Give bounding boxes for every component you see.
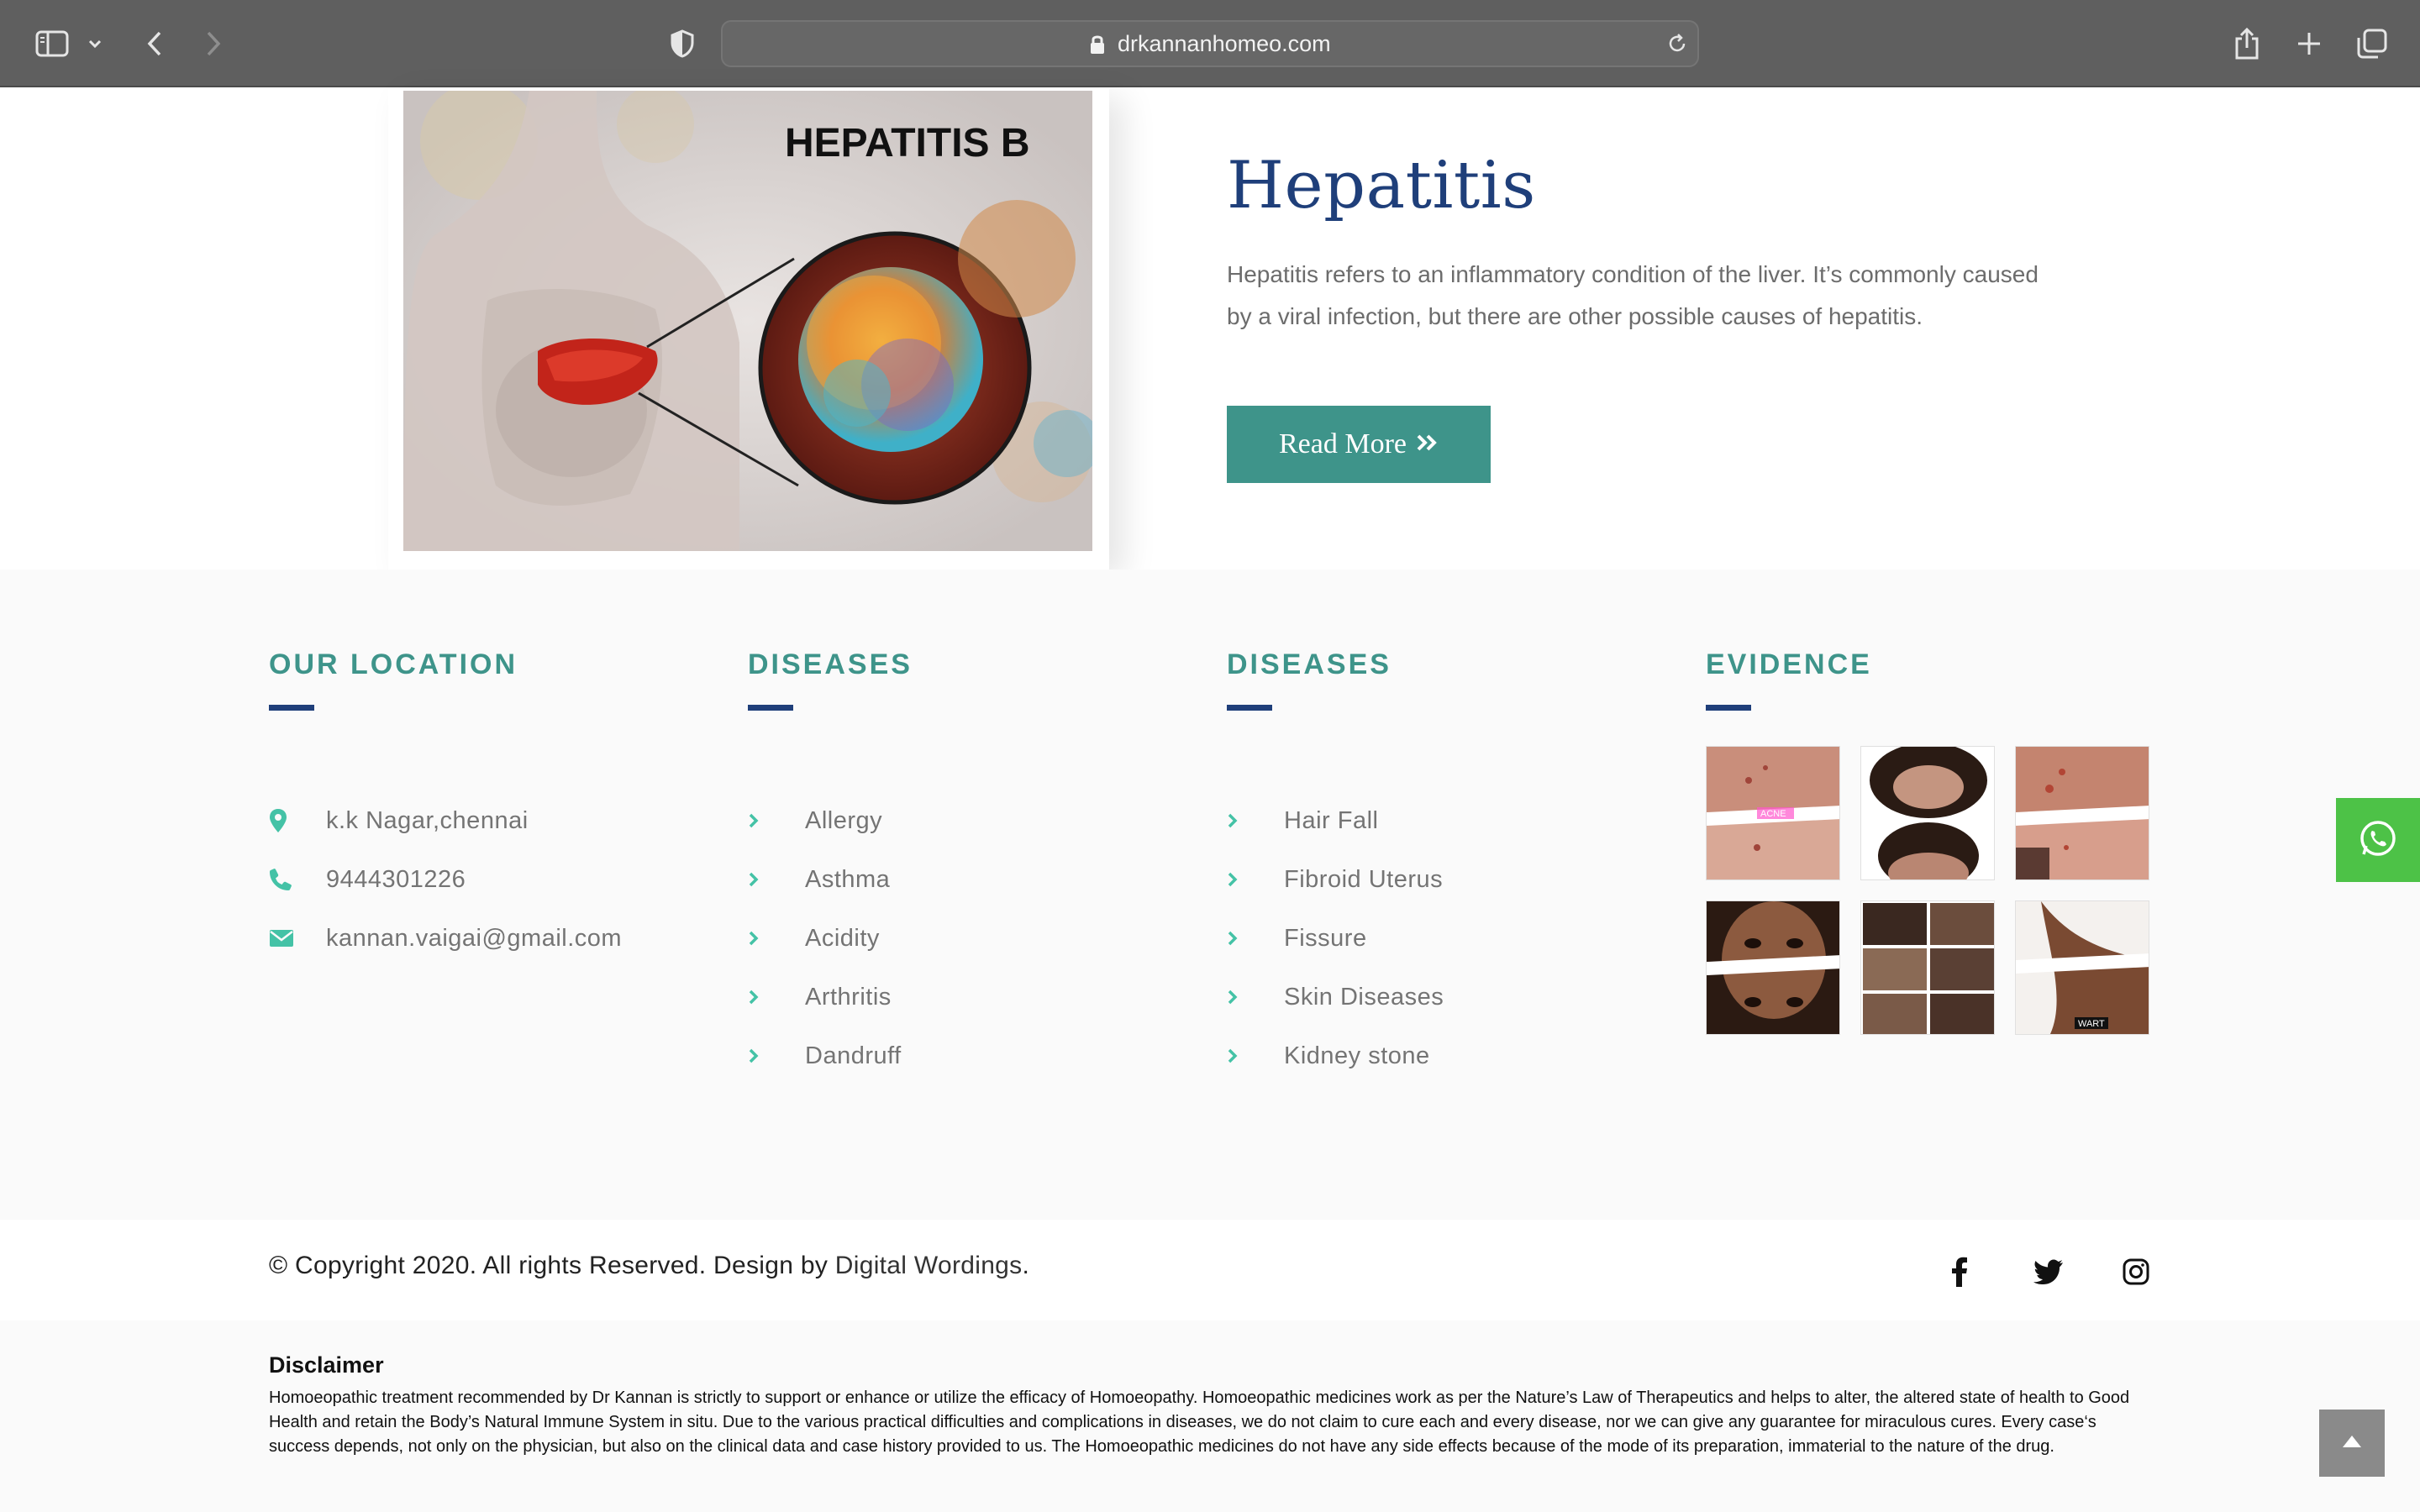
share-icon[interactable] bbox=[2228, 20, 2265, 67]
chevron-right-icon bbox=[1227, 812, 1284, 829]
reload-icon[interactable] bbox=[1665, 32, 1689, 55]
evidence-thumbnail[interactable]: WART bbox=[2015, 900, 2149, 1035]
disease-label[interactable]: Fissure bbox=[1284, 925, 1367, 953]
evidence-gallery: ACNE WART bbox=[1706, 746, 2149, 1035]
designer-link[interactable]: Digital Wordings bbox=[835, 1252, 1023, 1279]
read-more-label: Read More bbox=[1278, 428, 1407, 459]
chevron-up-icon bbox=[2341, 1434, 2363, 1453]
disease-label[interactable]: Acidity bbox=[805, 925, 880, 953]
twitter-icon[interactable] bbox=[2032, 1255, 2065, 1289]
disease-link[interactable]: Kidney stone bbox=[1227, 1026, 1444, 1085]
diseases-column-2: DISEASES Hair Fall Fibroid Uterus Fissur… bbox=[1227, 648, 1444, 1085]
location-heading: OUR LOCATION bbox=[269, 648, 518, 680]
double-chevron-right-icon bbox=[1415, 428, 1439, 460]
disease-link[interactable]: Asthma bbox=[748, 850, 913, 909]
sidebar-toggle-icon[interactable] bbox=[32, 20, 72, 67]
chevron-right-icon bbox=[1227, 930, 1284, 947]
diseases-heading: DISEASES bbox=[748, 648, 913, 680]
chevron-right-icon bbox=[1227, 1047, 1284, 1064]
forward-icon[interactable] bbox=[197, 20, 230, 67]
evidence-thumbnail[interactable] bbox=[2015, 746, 2149, 880]
copyright-bar: © Copyright 2020. All rights Reserved. D… bbox=[0, 1220, 2420, 1320]
copyright-suffix: . bbox=[1022, 1252, 1030, 1279]
disease-link[interactable]: Dandruff bbox=[748, 1026, 913, 1085]
browser-toolbar: drkannanhomeo.com bbox=[0, 0, 2420, 87]
diseases-heading: DISEASES bbox=[1227, 648, 1392, 680]
scroll-to-top-button[interactable] bbox=[2319, 1410, 2385, 1477]
disease-link[interactable]: Fissure bbox=[1227, 909, 1444, 968]
disease-label[interactable]: Allergy bbox=[805, 807, 882, 835]
thumbnail-label: ACNE bbox=[1760, 809, 1786, 819]
disease-label[interactable]: Skin Diseases bbox=[1284, 984, 1444, 1011]
disease-label[interactable]: Hair Fall bbox=[1284, 807, 1378, 835]
heading-divider bbox=[748, 705, 793, 711]
heading-divider bbox=[1706, 705, 1751, 711]
copyright-text: © Copyright 2020. All rights Reserved. D… bbox=[269, 1252, 1029, 1280]
chevron-right-icon bbox=[748, 871, 805, 888]
envelope-icon bbox=[269, 929, 326, 948]
disease-label[interactable]: Arthritis bbox=[805, 984, 892, 1011]
heading-divider bbox=[1227, 705, 1272, 711]
new-tab-icon[interactable] bbox=[2291, 20, 2328, 67]
disease-label[interactable]: Asthma bbox=[805, 866, 890, 894]
disclaimer-section: Disclaimer Homoeopathic treatment recomm… bbox=[0, 1320, 2420, 1512]
location-text: k.k Nagar,chennai bbox=[326, 806, 529, 834]
instagram-icon[interactable] bbox=[2119, 1255, 2153, 1289]
disease-link[interactable]: Hair Fall bbox=[1227, 791, 1444, 850]
diseases-column-1: DISEASES Allergy Asthma Acidity Arthriti… bbox=[748, 648, 913, 1085]
facebook-icon[interactable] bbox=[1943, 1255, 1976, 1289]
chevron-right-icon bbox=[1227, 871, 1284, 888]
whatsapp-button[interactable] bbox=[2336, 798, 2420, 882]
phone-icon bbox=[269, 868, 326, 891]
disease-link[interactable]: Fibroid Uterus bbox=[1227, 850, 1444, 909]
hero-section: HEPATITIS B Hepatitis Hepatitis refers t… bbox=[0, 89, 2420, 570]
email-text[interactable]: kannan.vaigai@gmail.com bbox=[326, 925, 622, 953]
disclaimer-title: Disclaimer bbox=[269, 1352, 384, 1378]
image-caption: HEPATITIS B bbox=[785, 121, 1030, 165]
phone-text[interactable]: 9444301226 bbox=[326, 866, 466, 894]
hepatitis-image: HEPATITIS B bbox=[403, 91, 1092, 551]
evidence-thumbnail[interactable]: ACNE bbox=[1706, 746, 1840, 880]
evidence-thumbnail[interactable] bbox=[1860, 746, 1995, 880]
copyright-prefix: © Copyright 2020. All rights Reserved. D… bbox=[269, 1252, 835, 1279]
chevron-right-icon bbox=[748, 930, 805, 947]
chevron-right-icon bbox=[1227, 989, 1284, 1005]
evidence-heading: EVIDENCE bbox=[1706, 648, 1872, 680]
disease-link[interactable]: Allergy bbox=[748, 791, 913, 850]
hero-description: Hepatitis refers to an inflammatory cond… bbox=[1227, 261, 2039, 329]
read-more-button[interactable]: Read More bbox=[1227, 406, 1491, 483]
thumbnail-label: WART bbox=[2078, 1019, 2105, 1029]
disease-link[interactable]: Skin Diseases bbox=[1227, 968, 1444, 1026]
url-text: drkannanhomeo.com bbox=[1118, 31, 1331, 56]
map-pin-icon bbox=[269, 808, 326, 833]
footer-widgets: OUR LOCATION k.k Nagar,chennai 944430122… bbox=[0, 570, 2420, 1220]
shield-icon[interactable] bbox=[666, 20, 699, 67]
heading-divider bbox=[269, 705, 314, 711]
page-title: Hepatitis bbox=[1227, 148, 1536, 223]
disease-label[interactable]: Dandruff bbox=[805, 1042, 902, 1070]
location-item: k.k Nagar,chennai bbox=[269, 791, 622, 850]
email-item[interactable]: kannan.vaigai@gmail.com bbox=[269, 909, 622, 968]
location-column: OUR LOCATION k.k Nagar,chennai 944430122… bbox=[269, 648, 622, 968]
disease-label[interactable]: Fibroid Uterus bbox=[1284, 866, 1443, 894]
back-icon[interactable] bbox=[138, 20, 171, 67]
chevron-right-icon bbox=[748, 812, 805, 829]
whatsapp-icon bbox=[2359, 819, 2397, 862]
lock-icon bbox=[1089, 34, 1106, 55]
disclaimer-text: Homoeopathic treatment recommended by Dr… bbox=[269, 1389, 2130, 1456]
chevron-down-icon[interactable] bbox=[84, 20, 106, 67]
evidence-thumbnail[interactable] bbox=[1860, 900, 1995, 1035]
chevron-right-icon bbox=[748, 989, 805, 1005]
chevron-right-icon bbox=[748, 1047, 805, 1064]
tab-overview-icon[interactable] bbox=[2353, 20, 2391, 67]
evidence-thumbnail[interactable] bbox=[1706, 900, 1840, 1035]
address-bar[interactable]: drkannanhomeo.com bbox=[721, 20, 1699, 67]
evidence-column: EVIDENCE ACNE WART bbox=[1706, 648, 2149, 1035]
phone-item[interactable]: 9444301226 bbox=[269, 850, 622, 909]
disease-link[interactable]: Arthritis bbox=[748, 968, 913, 1026]
disease-link[interactable]: Acidity bbox=[748, 909, 913, 968]
disease-label[interactable]: Kidney stone bbox=[1284, 1042, 1430, 1070]
